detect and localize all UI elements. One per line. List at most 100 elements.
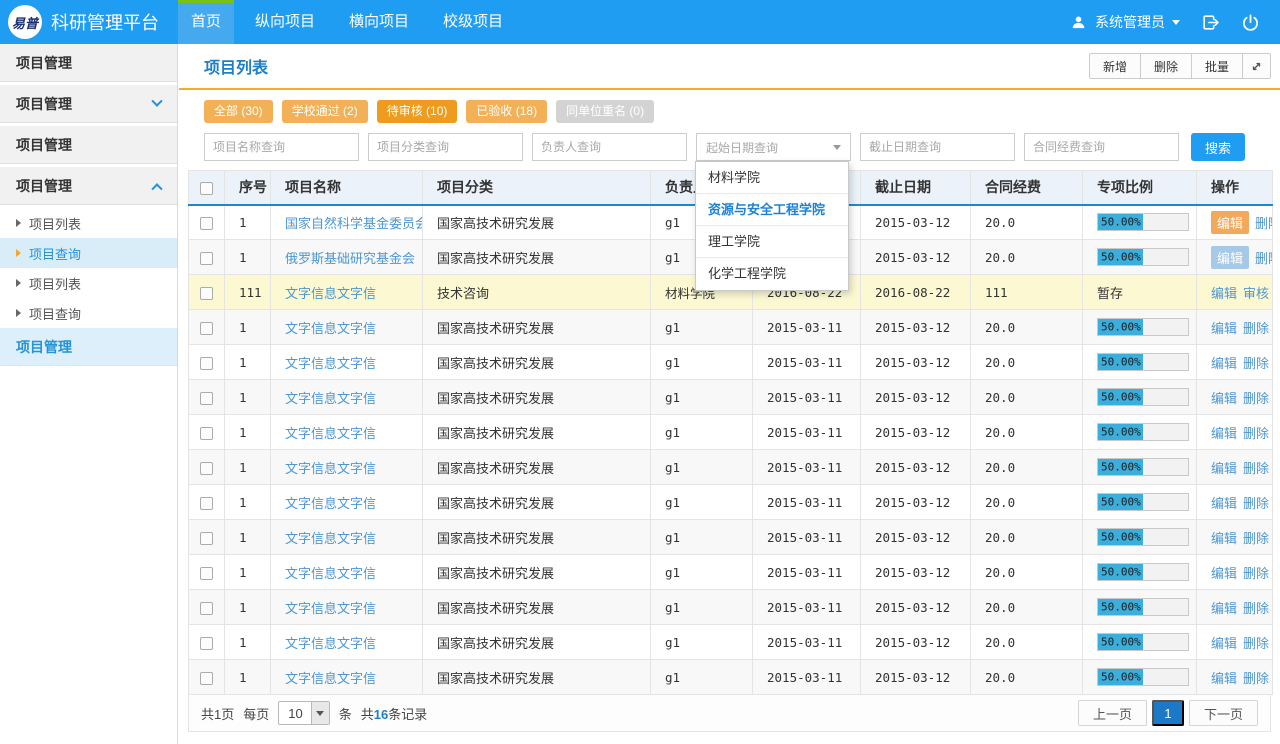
- sidebar-item-6[interactable]: 项目列表: [0, 268, 177, 298]
- project-name-link[interactable]: 文字信息文字信: [285, 461, 376, 476]
- row-checkbox[interactable]: [200, 602, 213, 615]
- action-删除-1[interactable]: 删除: [1243, 668, 1269, 687]
- action-编辑-0[interactable]: 编辑: [1211, 211, 1249, 234]
- project-name-link[interactable]: 文字信息文字信: [285, 426, 376, 441]
- action-编辑-0[interactable]: 编辑: [1211, 598, 1237, 617]
- action-删除-1[interactable]: 删除: [1243, 388, 1269, 407]
- next-page-button[interactable]: 下一页: [1189, 700, 1258, 726]
- action-删除-1[interactable]: 删除: [1243, 423, 1269, 442]
- action-删除-1[interactable]: 删除: [1243, 318, 1269, 337]
- sidebar-item-5[interactable]: 项目查询: [0, 238, 177, 268]
- project-name-link[interactable]: 文字信息文字信: [285, 356, 376, 371]
- action-删除-1[interactable]: 删除: [1243, 563, 1269, 582]
- dropdown-item-3[interactable]: 化学工程学院: [696, 258, 848, 290]
- user-menu[interactable]: 系统管理员: [1068, 12, 1180, 32]
- action-编辑-0[interactable]: 编辑: [1211, 353, 1237, 372]
- row-checkbox[interactable]: [200, 287, 213, 300]
- power-icon[interactable]: [1240, 12, 1260, 32]
- project-name-link[interactable]: 文字信息文字信: [285, 321, 376, 336]
- project-name-link[interactable]: 文字信息文字信: [285, 566, 376, 581]
- project-name-link[interactable]: 文字信息文字信: [285, 636, 376, 651]
- action-审核-1[interactable]: 审核: [1243, 283, 1269, 302]
- row-checkbox[interactable]: [200, 567, 213, 580]
- project-name-link[interactable]: 文字信息文字信: [285, 671, 376, 686]
- row-checkbox[interactable]: [200, 357, 213, 370]
- dropdown-item-1[interactable]: 资源与安全工程学院: [696, 194, 848, 226]
- action-删除-1[interactable]: 删除: [1243, 598, 1269, 617]
- action-编辑-0[interactable]: 编辑: [1211, 528, 1237, 547]
- row-checkbox[interactable]: [200, 252, 213, 265]
- project-name-link[interactable]: 文字信息文字信: [285, 496, 376, 511]
- logout-icon[interactable]: [1200, 12, 1220, 32]
- project-name-link[interactable]: 国家自然科学基金委员会: [285, 216, 423, 231]
- filter-chip-4[interactable]: 同单位重名 (0): [556, 100, 654, 123]
- sidebar-item-4[interactable]: 项目列表: [0, 208, 177, 238]
- action-编辑-0[interactable]: 编辑: [1211, 668, 1237, 687]
- sidebar-item-3[interactable]: 项目管理: [0, 167, 177, 205]
- action-删除-1[interactable]: 删除: [1243, 353, 1269, 372]
- action-编辑-0[interactable]: 编辑: [1211, 563, 1237, 582]
- filter-input-0[interactable]: [204, 133, 359, 161]
- sidebar-item-2[interactable]: 项目管理: [0, 126, 177, 164]
- filter-input-5[interactable]: [1024, 133, 1179, 161]
- sidebar-item-8[interactable]: 项目管理: [0, 328, 177, 366]
- row-checkbox[interactable]: [200, 462, 213, 475]
- row-checkbox[interactable]: [200, 392, 213, 405]
- toolbar-button-1[interactable]: 删除: [1140, 54, 1191, 78]
- expand-button[interactable]: [1242, 54, 1270, 78]
- nav-item-3[interactable]: 校级项目: [430, 0, 516, 44]
- project-name-link[interactable]: 文字信息文字信: [285, 391, 376, 406]
- action-编辑-0[interactable]: 编辑: [1211, 283, 1237, 302]
- project-name-link[interactable]: 俄罗斯基础研究基金会: [285, 251, 415, 266]
- filter-chip-2[interactable]: 待审核 (10): [377, 100, 458, 123]
- sidebar-item-7[interactable]: 项目查询: [0, 298, 177, 328]
- filter-chip-0[interactable]: 全部 (30): [204, 100, 273, 123]
- search-button[interactable]: 搜索: [1191, 133, 1245, 161]
- toolbar: 新增删除批量: [1089, 53, 1271, 79]
- filter-input-1[interactable]: [368, 133, 523, 161]
- project-name-link[interactable]: 文字信息文字信: [285, 286, 376, 301]
- nav-item-2[interactable]: 横向项目: [336, 0, 422, 44]
- toolbar-button-2[interactable]: 批量: [1191, 54, 1242, 78]
- row-checkbox[interactable]: [200, 497, 213, 510]
- project-name-link[interactable]: 文字信息文字信: [285, 601, 376, 616]
- dropdown-item-2[interactable]: 理工学院: [696, 226, 848, 258]
- filter-input-2[interactable]: [532, 133, 687, 161]
- action-删除-1[interactable]: 删除: [1243, 528, 1269, 547]
- action-编辑-0[interactable]: 编辑: [1211, 388, 1237, 407]
- nav-item-1[interactable]: 纵向项目: [242, 0, 328, 44]
- cell-start-date: 2015-03-11: [753, 485, 861, 520]
- action-编辑-0[interactable]: 编辑: [1211, 633, 1237, 652]
- prev-page-button[interactable]: 上一页: [1078, 700, 1147, 726]
- date-select[interactable]: 起始日期查询: [696, 133, 851, 161]
- action-编辑-0[interactable]: 编辑: [1211, 458, 1237, 477]
- row-checkbox[interactable]: [200, 217, 213, 230]
- action-编辑-0[interactable]: 编辑: [1211, 318, 1237, 337]
- action-编辑-0[interactable]: 编辑: [1211, 493, 1237, 512]
- action-删除-1[interactable]: 删除: [1243, 458, 1269, 477]
- nav-item-0[interactable]: 首页: [178, 0, 234, 44]
- current-page-button[interactable]: 1: [1152, 700, 1184, 726]
- page-size-select[interactable]: 10: [278, 701, 329, 725]
- action-删除-1[interactable]: 删除: [1243, 633, 1269, 652]
- row-checkbox[interactable]: [200, 427, 213, 440]
- filter-chip-1[interactable]: 学校通过 (2): [282, 100, 368, 123]
- cell-seq: 1: [225, 485, 271, 520]
- select-all-checkbox[interactable]: [200, 182, 213, 195]
- action-删除-1[interactable]: 删除: [1255, 213, 1272, 232]
- action-编辑-0[interactable]: 编辑: [1211, 246, 1249, 269]
- row-checkbox[interactable]: [200, 532, 213, 545]
- row-checkbox[interactable]: [200, 672, 213, 685]
- sidebar-item-0[interactable]: 项目管理: [0, 44, 177, 82]
- project-name-link[interactable]: 文字信息文字信: [285, 531, 376, 546]
- sidebar-item-1[interactable]: 项目管理: [0, 85, 177, 123]
- filter-input-4[interactable]: [860, 133, 1015, 161]
- row-checkbox[interactable]: [200, 322, 213, 335]
- action-删除-1[interactable]: 删除: [1255, 248, 1272, 267]
- filter-chip-3[interactable]: 已验收 (18): [466, 100, 547, 123]
- toolbar-button-0[interactable]: 新增: [1090, 54, 1140, 78]
- action-删除-1[interactable]: 删除: [1243, 493, 1269, 512]
- action-编辑-0[interactable]: 编辑: [1211, 423, 1237, 442]
- dropdown-item-0[interactable]: 材料学院: [696, 162, 848, 194]
- row-checkbox[interactable]: [200, 637, 213, 650]
